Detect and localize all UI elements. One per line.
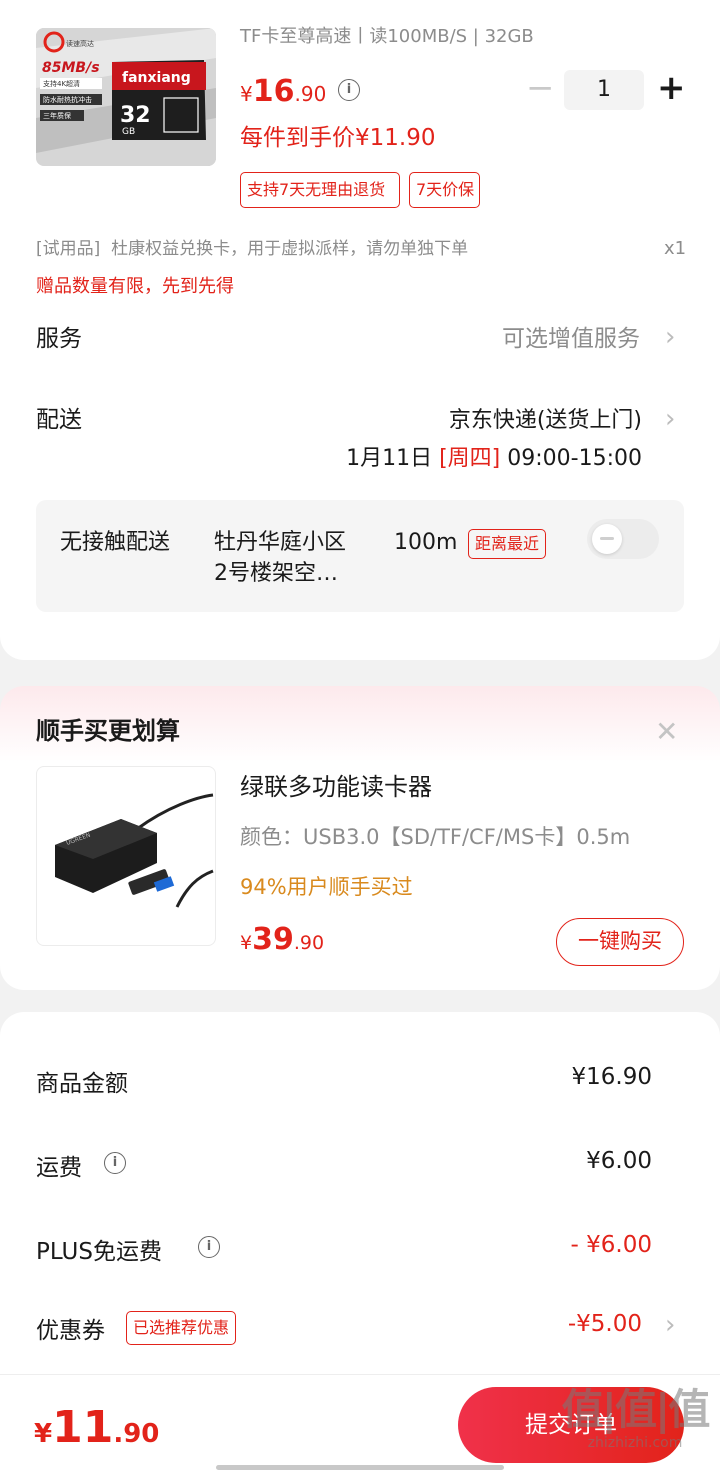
recommend-social-proof: 94%用户顺手买过 — [240, 875, 413, 899]
price-integer: 39 — [252, 922, 294, 957]
nearest-badge: 距离最近 — [468, 529, 547, 559]
quantity-value[interactable]: 1 — [564, 70, 644, 110]
price-integer: 16 — [252, 74, 295, 109]
gift-notice: 赠品数量有限，先到先得 — [36, 276, 234, 297]
shipping-label: 运费 — [36, 1155, 82, 1181]
gift-count: x1 — [664, 238, 687, 259]
currency-symbol: ¥ — [34, 1419, 53, 1449]
shipping-value: ¥6.00 — [586, 1148, 652, 1174]
price-decimal: .90 — [293, 932, 325, 954]
close-icon[interactable]: ✕ — [655, 714, 678, 750]
service-chevron-icon[interactable]: › — [665, 322, 675, 352]
toggle-off-icon — [600, 537, 614, 540]
gift-text: 杜康权益兑换卡，用于虚拟派样，请勿单独下单 — [111, 239, 469, 259]
contactless-distance: 100m — [394, 530, 458, 555]
recommend-title: 顺手买更划算 — [36, 717, 180, 745]
delivery-label: 配送 — [36, 407, 82, 433]
contactless-place-line2: 2号楼架空… — [214, 561, 338, 586]
goods-amount-value: ¥16.90 — [571, 1064, 652, 1090]
plus-free-shipping-label: PLUS免运费 — [36, 1239, 162, 1265]
recommend-item-spec: 颜色：USB3.0【SD/TF/CF/MS卡】0.5m — [240, 825, 631, 849]
svg-text:fanxiang: fanxiang — [122, 70, 191, 86]
product-spec-line[interactable]: TF卡至尊高速丨读100MB/S | 32GB — [240, 24, 534, 50]
final-price-label: 每件到手价¥11.90 — [240, 125, 436, 151]
plus-info-icon[interactable]: i — [198, 1236, 220, 1258]
price-protect-tag: 7天价保 — [409, 172, 480, 208]
coupon-value[interactable]: -¥5.00 — [568, 1311, 642, 1337]
svg-text:32: 32 — [120, 103, 151, 128]
shipping-info-icon[interactable]: i — [104, 1152, 126, 1174]
svg-text:GB: GB — [122, 127, 135, 137]
price-decimal: .90 — [113, 1419, 160, 1449]
price-info-icon[interactable]: i — [338, 79, 360, 101]
one-click-buy-button[interactable]: 一键购买 — [556, 918, 684, 966]
contactless-place-line1: 牡丹华庭小区 — [214, 530, 347, 555]
delivery-chevron-icon[interactable]: › — [665, 404, 675, 434]
svg-text:防水耐热抗冲击: 防水耐热抗冲击 — [43, 95, 92, 104]
product-thumbnail[interactable]: 读速高达 85MB/s 支持4K超清 防水耐热抗冲击 三年质保 fanxiang… — [36, 28, 216, 166]
svg-text:85MB/s: 85MB/s — [42, 60, 100, 76]
recommend-item-price: ¥39.90 — [240, 920, 324, 964]
gift-prefix: [试用品] — [36, 239, 101, 259]
price-decimal: .90 — [294, 82, 327, 106]
goods-amount-label: 商品金额 — [36, 1071, 128, 1097]
card-reader-image: UGREEN — [55, 793, 214, 908]
coupon-label: 优惠券 — [36, 1318, 105, 1344]
plus-free-shipping-value: - ¥6.00 — [570, 1232, 652, 1258]
coupon-chevron-icon[interactable]: › — [665, 1310, 675, 1340]
svg-text:读速高达: 读速高达 — [66, 39, 94, 48]
coupon-tag: 已选推荐优惠 — [126, 1311, 237, 1345]
delivery-date: 1月11日 — [346, 446, 433, 471]
submit-order-button[interactable]: 提交订单 — [458, 1387, 684, 1463]
delivery-method[interactable]: 京东快递(送货上门) — [449, 404, 642, 438]
recommend-item-name[interactable]: 绿联多功能读卡器 — [240, 770, 432, 804]
svg-text:三年质保: 三年质保 — [43, 111, 71, 120]
currency-symbol: ¥ — [240, 932, 253, 954]
card-reader-thumbnail[interactable]: UGREEN — [36, 766, 216, 946]
total-price: ¥11.90 — [34, 1398, 159, 1467]
sd-card-image: 读速高达 85MB/s 支持4K超清 防水耐热抗冲击 三年质保 fanxiang… — [36, 28, 216, 166]
delivery-weekday: [周四] — [439, 446, 501, 471]
contactless-label: 无接触配送 — [60, 530, 171, 555]
service-label: 服务 — [36, 326, 82, 352]
svg-text:支持4K超清: 支持4K超清 — [43, 79, 80, 88]
home-indicator — [216, 1465, 504, 1470]
quantity-increase-button[interactable]: + — [657, 70, 686, 106]
currency-symbol: ¥ — [240, 82, 253, 106]
return-policy-tag: 支持7天无理由退货 — [240, 172, 400, 208]
price-integer: 11 — [52, 1402, 114, 1453]
product-price: ¥16.90 — [240, 72, 326, 116]
quantity-decrease-button[interactable]: − — [526, 70, 555, 106]
service-value[interactable]: 可选增值服务 — [502, 322, 640, 356]
delivery-slot: 09:00-15:00 — [507, 446, 642, 471]
gift-item: [试用品] 杜康权益兑换卡，用于虚拟派样，请勿单独下单 — [36, 236, 468, 262]
delivery-time[interactable]: 1月11日 [周四] 09:00-15:00 — [346, 443, 642, 475]
